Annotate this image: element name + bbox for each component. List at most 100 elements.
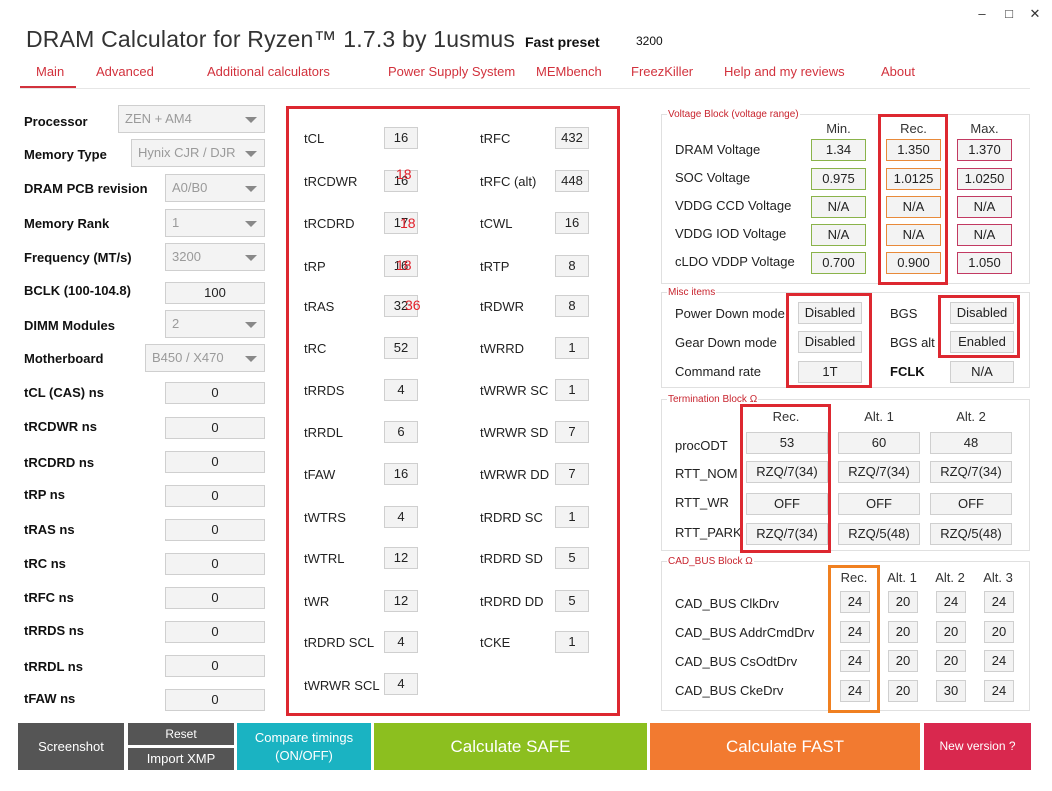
pcb-revision-select[interactable]: A0/B0: [165, 174, 265, 202]
timing-value[interactable]: 1: [555, 379, 589, 401]
motherboard-select[interactable]: B450 / X470: [145, 344, 265, 372]
termination-value[interactable]: RZQ/5(48): [930, 523, 1012, 545]
tab-about[interactable]: About: [881, 64, 915, 79]
maximize-button[interactable]: □: [1000, 6, 1018, 21]
compare-timings-button[interactable]: Compare timings (ON/OFF): [237, 723, 371, 770]
motherboard-label: Motherboard: [24, 351, 104, 366]
timing-value[interactable]: 4: [384, 673, 418, 695]
cadbus-value[interactable]: 20: [888, 680, 918, 702]
minimize-button[interactable]: –: [973, 6, 991, 21]
termination-value[interactable]: RZQ/7(34): [838, 461, 920, 483]
voltage-label: SOC Voltage: [675, 170, 751, 185]
memory-type-select[interactable]: Hynix CJR / DJR: [131, 139, 265, 167]
voltage-min[interactable]: N/A: [811, 224, 866, 246]
timing-value[interactable]: 12: [384, 590, 418, 612]
timing-value[interactable]: 6: [384, 421, 418, 443]
timings-highlight: [286, 106, 620, 716]
timing-value[interactable]: 1: [555, 337, 589, 359]
new-version-button[interactable]: New version ?: [924, 723, 1031, 770]
cadbus-value[interactable]: 20: [984, 621, 1014, 643]
reset-button[interactable]: Reset: [128, 723, 234, 745]
timing-value[interactable]: 16: [384, 463, 418, 485]
dimm-modules-value: 2: [172, 316, 180, 331]
timing-value[interactable]: 448: [555, 170, 589, 192]
voltage-max[interactable]: 1.0250: [957, 168, 1012, 190]
tab-help-reviews[interactable]: Help and my reviews: [724, 64, 845, 79]
ns-input[interactable]: 0: [165, 689, 265, 711]
timing-value[interactable]: 8: [555, 255, 589, 277]
tab-main[interactable]: Main: [36, 64, 64, 79]
timing-value[interactable]: 52: [384, 337, 418, 359]
ns-input[interactable]: 0: [165, 519, 265, 541]
timing-value[interactable]: 1: [555, 631, 589, 653]
screenshot-button[interactable]: Screenshot: [18, 723, 124, 770]
ns-input[interactable]: 0: [165, 655, 265, 677]
tab-advanced[interactable]: Advanced: [96, 64, 154, 79]
import-xmp-button[interactable]: Import XMP: [128, 748, 234, 770]
cadbus-value[interactable]: 24: [984, 650, 1014, 672]
close-button[interactable]: ✕: [1026, 6, 1044, 22]
bclk-input[interactable]: 100: [165, 282, 265, 304]
termination-value[interactable]: RZQ/5(48): [838, 523, 920, 545]
cadbus-value[interactable]: 20: [888, 591, 918, 613]
timing-value[interactable]: 432: [555, 127, 589, 149]
fclk-value[interactable]: N/A: [950, 361, 1014, 383]
timing-value[interactable]: 5: [555, 590, 589, 612]
timing-value[interactable]: 16: [555, 212, 589, 234]
cadbus-value[interactable]: 20: [936, 650, 966, 672]
ns-input[interactable]: 0: [165, 417, 265, 439]
cadbus-value[interactable]: 24: [984, 591, 1014, 613]
timing-value[interactable]: 4: [384, 506, 418, 528]
termination-value[interactable]: RZQ/7(34): [930, 461, 1012, 483]
voltage-max[interactable]: 1.370: [957, 139, 1012, 161]
processor-select[interactable]: ZEN + AM4: [118, 105, 265, 133]
voltage-min[interactable]: 0.975: [811, 168, 866, 190]
dimm-modules-select[interactable]: 2: [165, 310, 265, 338]
tab-power-supply-system[interactable]: Power Supply System: [388, 64, 515, 79]
timing-value[interactable]: 16: [384, 127, 418, 149]
voltage-max[interactable]: N/A: [957, 224, 1012, 246]
timing-value[interactable]: 4: [384, 631, 418, 653]
termination-value[interactable]: 60: [838, 432, 920, 454]
cadbus-value[interactable]: 20: [936, 621, 966, 643]
ns-input[interactable]: 0: [165, 621, 265, 643]
timing-value[interactable]: 12: [384, 547, 418, 569]
chevron-down-icon: [245, 221, 257, 227]
termination-value[interactable]: OFF: [930, 493, 1012, 515]
voltage-min[interactable]: 0.700: [811, 252, 866, 274]
ns-input[interactable]: 0: [165, 382, 265, 404]
timing-value[interactable]: 5: [555, 547, 589, 569]
cadbus-value[interactable]: 20: [888, 650, 918, 672]
timing-value[interactable]: 7: [555, 421, 589, 443]
termination-value[interactable]: OFF: [838, 493, 920, 515]
voltage-label: VDDG CCD Voltage: [675, 198, 792, 213]
ns-input[interactable]: 0: [165, 451, 265, 473]
ns-label: tCL (CAS) ns: [24, 385, 104, 400]
memory-rank-select[interactable]: 1: [165, 209, 265, 237]
voltage-min[interactable]: 1.34: [811, 139, 866, 161]
cadbus-value[interactable]: 20: [888, 621, 918, 643]
timing-value[interactable]: 7: [555, 463, 589, 485]
timing-value[interactable]: 8: [555, 295, 589, 317]
tab-freezkiller[interactable]: FreezKiller: [631, 64, 693, 79]
voltage-min[interactable]: N/A: [811, 196, 866, 218]
pcb-revision-label: DRAM PCB revision: [24, 181, 148, 196]
timing-value[interactable]: 4: [384, 379, 418, 401]
frequency-select[interactable]: 3200: [165, 243, 265, 271]
timing-value[interactable]: 1: [555, 506, 589, 528]
power-down-label: Power Down mode: [675, 306, 785, 321]
cadbus-value[interactable]: 24: [936, 591, 966, 613]
cadbus-value[interactable]: 30: [936, 680, 966, 702]
memory-rank-value: 1: [172, 215, 180, 230]
ns-input[interactable]: 0: [165, 485, 265, 507]
cadbus-value[interactable]: 24: [984, 680, 1014, 702]
voltage-max[interactable]: N/A: [957, 196, 1012, 218]
tab-membench[interactable]: MEMbench: [536, 64, 602, 79]
tab-additional-calculators[interactable]: Additional calculators: [207, 64, 330, 79]
calculate-fast-button[interactable]: Calculate FAST: [650, 723, 920, 770]
termination-value[interactable]: 48: [930, 432, 1012, 454]
ns-input[interactable]: 0: [165, 553, 265, 575]
voltage-max[interactable]: 1.050: [957, 252, 1012, 274]
calculate-safe-button[interactable]: Calculate SAFE: [374, 723, 647, 770]
ns-input[interactable]: 0: [165, 587, 265, 609]
